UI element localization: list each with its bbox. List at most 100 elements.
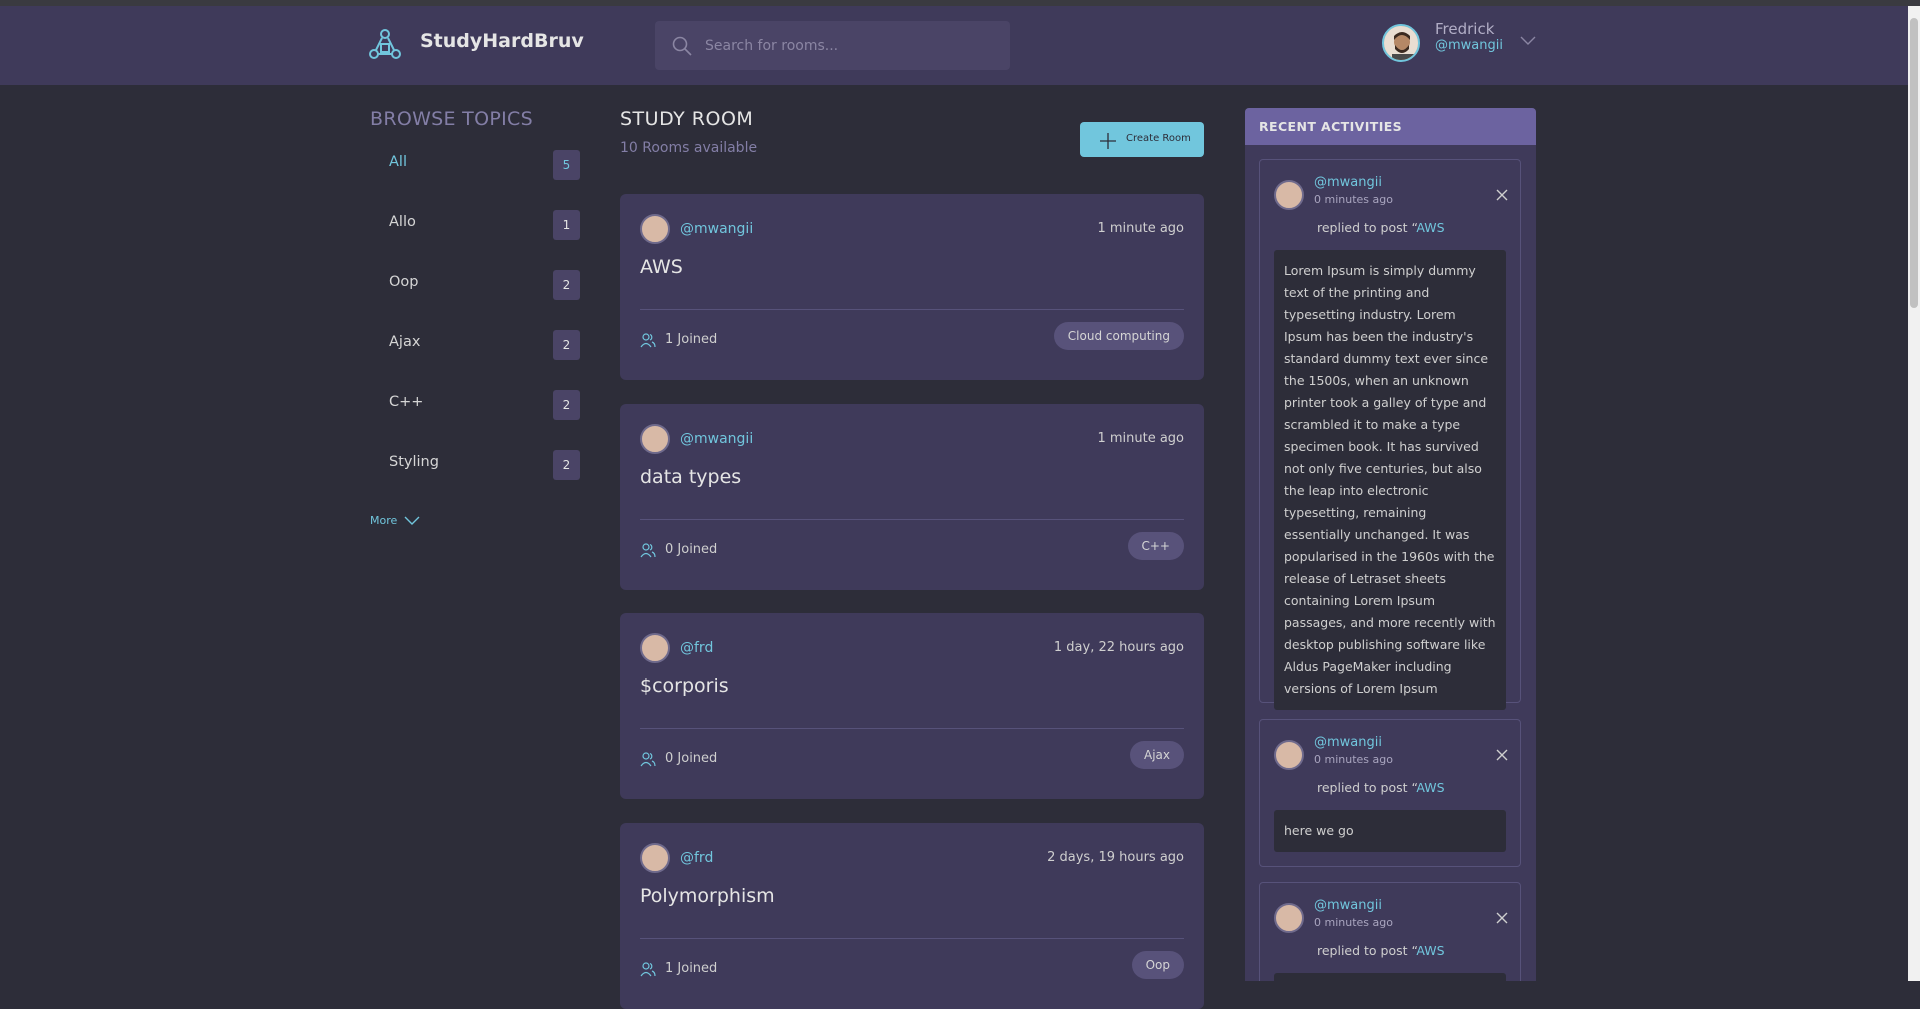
activity-handle[interactable]: @mwangii (1314, 898, 1382, 913)
topic-count: 2 (553, 270, 580, 300)
recent-activities-panel: RECENT ACTIVITIES @mwangii 0 minutes ago… (1245, 108, 1536, 981)
room-joined: 1 Joined (665, 332, 718, 347)
divider (640, 309, 1184, 310)
topic-count: 2 (553, 330, 580, 360)
activity-message (1274, 973, 1506, 981)
room-host[interactable]: @frd (680, 850, 713, 866)
room-host[interactable]: @frd (680, 640, 713, 656)
topic-allo[interactable]: Allo 1 (389, 210, 580, 240)
post-link[interactable]: AWS (1416, 943, 1444, 958)
topic-label: Oop (389, 274, 419, 290)
page-title: STUDY ROOM (620, 108, 754, 130)
room-name[interactable]: data types (640, 466, 741, 488)
room-topic-badge[interactable]: Oop (1131, 951, 1184, 979)
activity-handle[interactable]: @mwangii (1314, 175, 1382, 190)
avatar[interactable] (640, 424, 670, 454)
room-host[interactable]: @mwangii (680, 431, 753, 447)
room-card[interactable]: @frd 2 days, 19 hours ago Polymorphism 1… (620, 823, 1204, 1009)
room-host[interactable]: @mwangii (680, 221, 753, 237)
room-topic-badge[interactable]: C++ (1127, 532, 1184, 560)
room-time: 2 days, 19 hours ago (1047, 850, 1184, 865)
close-icon[interactable] (1496, 912, 1508, 924)
room-name[interactable]: AWS (640, 256, 683, 278)
brand-name[interactable]: StudyHardBruv (420, 30, 584, 52)
activity-item: @mwangii 0 minutes ago replied to post “… (1259, 159, 1521, 710)
header: StudyHardBruv Fredrick @mwangii (0, 6, 1908, 85)
topic-ajax[interactable]: Ajax 2 (389, 330, 580, 360)
activity-message: here we go (1274, 810, 1506, 852)
topic-styling[interactable]: Styling 2 (389, 450, 580, 480)
user-handle[interactable]: @mwangii (1435, 38, 1503, 53)
recent-activities-title: RECENT ACTIVITIES (1245, 108, 1536, 145)
room-name[interactable]: Polymorphism (640, 885, 775, 907)
avatar[interactable] (1274, 180, 1304, 210)
activity-handle[interactable]: @mwangii (1314, 735, 1382, 750)
logo-icon[interactable] (369, 28, 401, 62)
reply-prefix: replied to post “ (1317, 780, 1417, 795)
activity-time: 0 minutes ago (1314, 916, 1393, 929)
room-card[interactable]: @frd 1 day, 22 hours ago $corporis 0 Joi… (620, 613, 1204, 799)
reply-prefix: replied to post “ (1317, 943, 1417, 958)
divider (640, 938, 1184, 939)
post-link[interactable]: AWS (1416, 780, 1444, 795)
topic-count: 2 (553, 390, 580, 420)
chevron-down-icon (404, 516, 420, 525)
activity-item: @mwangii 0 minutes ago replied to post “… (1259, 882, 1521, 981)
search-icon (672, 36, 692, 56)
room-time: 1 day, 22 hours ago (1053, 640, 1184, 655)
room-topic-badge[interactable]: Ajax (1130, 741, 1184, 769)
activity-time: 0 minutes ago (1314, 193, 1393, 206)
activity-item: @mwangii 0 minutes ago replied to post “… (1259, 719, 1521, 867)
users-icon (640, 543, 656, 558)
rooms-available: 10 Rooms available (620, 140, 758, 156)
more-topics-link[interactable]: More (370, 514, 420, 527)
room-card[interactable]: @mwangii 1 minute ago AWS 1 Joined Cloud… (620, 194, 1204, 380)
room-topic-badge[interactable]: Cloud computing (1053, 322, 1184, 350)
topic-label: Ajax (389, 334, 421, 350)
avatar[interactable] (640, 214, 670, 244)
user-avatar[interactable] (1382, 24, 1420, 62)
topic-cpp[interactable]: C++ 2 (389, 390, 580, 420)
topic-count: 2 (553, 450, 580, 480)
topic-label: All (389, 154, 407, 170)
post-link[interactable]: AWS (1416, 220, 1444, 235)
close-icon[interactable] (1496, 189, 1508, 201)
close-icon[interactable] (1496, 749, 1508, 761)
room-card[interactable]: @mwangii 1 minute ago data types 0 Joine… (620, 404, 1204, 590)
search-bar[interactable] (655, 21, 1010, 70)
users-icon (640, 333, 656, 348)
topic-label: C++ (389, 394, 424, 410)
room-time: 1 minute ago (1097, 431, 1184, 446)
scrollbar-thumb[interactable] (1910, 18, 1918, 308)
avatar[interactable] (1274, 740, 1304, 770)
create-room-button[interactable]: Create Room (1080, 122, 1204, 157)
more-label: More (370, 514, 398, 527)
room-name[interactable]: $corporis (640, 675, 729, 697)
room-joined: 0 Joined (665, 751, 718, 766)
divider (640, 728, 1184, 729)
activity-reply: replied to post “AWS (1317, 780, 1445, 795)
plus-icon (1100, 133, 1116, 149)
reply-prefix: replied to post “ (1317, 220, 1417, 235)
user-name[interactable]: Fredrick (1435, 20, 1494, 38)
topic-label: Styling (389, 454, 439, 470)
search-input[interactable] (705, 33, 995, 59)
activity-reply: replied to post “AWS (1317, 943, 1445, 958)
topic-count: 1 (553, 210, 580, 240)
activity-message: Lorem Ipsum is simply dummy text of the … (1274, 250, 1506, 710)
users-icon (640, 962, 656, 977)
topic-count: 5 (553, 150, 580, 180)
avatar[interactable] (1274, 903, 1304, 933)
topic-all[interactable]: All 5 (389, 150, 580, 180)
room-joined: 1 Joined (665, 961, 718, 976)
activity-time: 0 minutes ago (1314, 753, 1393, 766)
create-room-label: Create Room (1126, 133, 1191, 144)
browse-topics-title: BROWSE TOPICS (370, 108, 533, 130)
room-joined: 0 Joined (665, 542, 718, 557)
avatar[interactable] (640, 633, 670, 663)
topic-oop[interactable]: Oop 2 (389, 270, 580, 300)
users-icon (640, 752, 656, 767)
avatar[interactable] (640, 843, 670, 873)
topic-label: Allo (389, 214, 416, 230)
chevron-down-icon[interactable] (1520, 36, 1536, 46)
